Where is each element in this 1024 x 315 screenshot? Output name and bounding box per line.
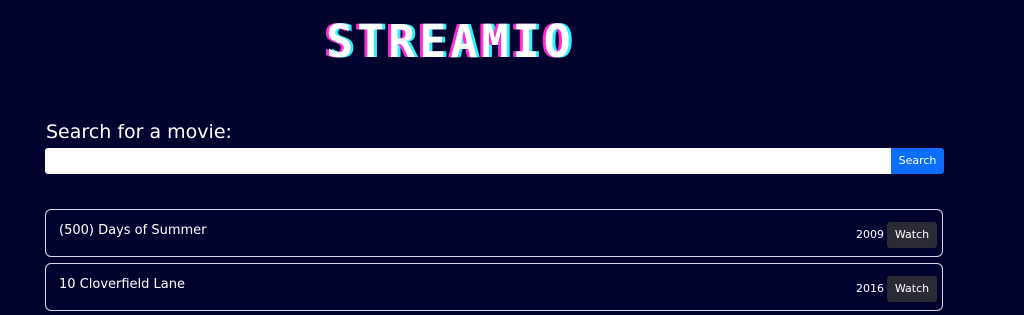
search-input[interactable] — [45, 148, 891, 174]
movie-year: 2016 — [856, 282, 884, 295]
movie-title: 10 Cloverfield Lane — [59, 277, 185, 292]
search-button[interactable]: Search — [891, 148, 944, 174]
search-label: Search for a movie: — [46, 121, 232, 143]
watch-button[interactable]: Watch — [887, 222, 937, 248]
movie-title: (500) Days of Summer — [59, 223, 207, 238]
movie-list-item: (500) Days of Summer 2009 Watch — [45, 209, 943, 257]
watch-button[interactable]: Watch — [887, 276, 937, 302]
app-logo: STREAMIO — [326, 15, 575, 68]
movie-year: 2009 — [856, 228, 884, 241]
movie-list-item: 10 Cloverfield Lane 2016 Watch — [45, 263, 943, 311]
